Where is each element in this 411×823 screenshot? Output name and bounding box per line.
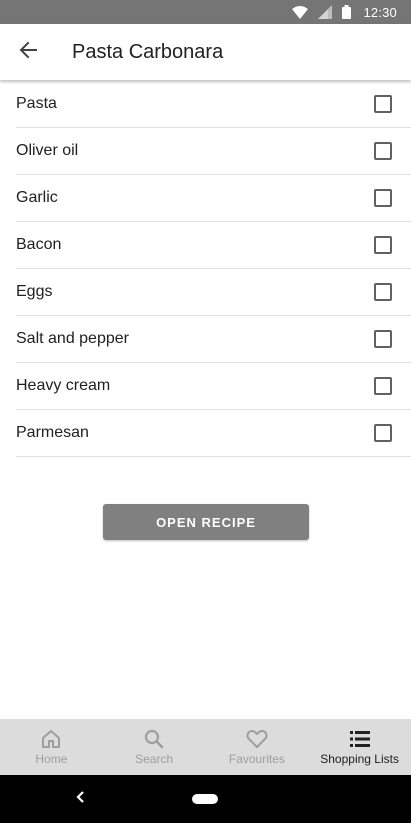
ingredient-checkbox[interactable]	[374, 283, 392, 301]
list-item: Heavy cream	[16, 363, 411, 410]
page-title: Pasta Carbonara	[72, 40, 224, 63]
ingredient-label: Bacon	[16, 236, 62, 253]
app-bar: Pasta Carbonara	[0, 24, 411, 80]
nav-label-home: Home	[35, 752, 68, 766]
bottom-navigation: Home Search Favourites Shopping Lists	[0, 719, 411, 775]
ingredient-label: Oliver oil	[16, 142, 79, 159]
system-navigation-bar	[0, 775, 411, 823]
list-item: Garlic	[16, 175, 411, 222]
search-icon	[144, 728, 164, 750]
nav-label-search: Search	[135, 752, 174, 766]
ingredient-checkbox[interactable]	[374, 95, 392, 113]
ingredient-label: Garlic	[16, 189, 58, 206]
list-item: Pasta	[16, 81, 411, 128]
home-icon	[40, 728, 62, 750]
heart-icon	[246, 728, 268, 750]
back-button[interactable]	[0, 24, 56, 80]
battery-icon	[342, 5, 352, 19]
ingredient-label: Salt and pepper	[16, 330, 129, 347]
chevron-left-icon	[75, 790, 85, 809]
status-bar: 12:30	[0, 0, 411, 24]
system-back-button[interactable]	[70, 789, 90, 809]
ingredient-checkbox[interactable]	[374, 424, 392, 442]
ingredient-checkbox[interactable]	[374, 377, 392, 395]
system-home-button[interactable]	[192, 794, 218, 804]
ingredient-list: Pasta Oliver oil Garlic Bacon Eggs Salt …	[16, 81, 411, 457]
arrow-back-icon	[19, 41, 37, 64]
nav-item-search[interactable]: Search	[103, 719, 206, 775]
ingredient-label: Heavy cream	[16, 377, 111, 394]
cellular-signal-icon	[318, 5, 333, 19]
list-item: Bacon	[16, 222, 411, 269]
nav-item-shopping-lists[interactable]: Shopping Lists	[308, 719, 411, 775]
nav-label-shopping-lists: Shopping Lists	[320, 752, 399, 766]
list-item: Salt and pepper	[16, 316, 411, 363]
wifi-icon	[292, 5, 309, 19]
list-icon	[349, 728, 370, 750]
ingredient-checkbox[interactable]	[374, 330, 392, 348]
open-recipe-button[interactable]: OPEN RECIPE	[103, 504, 309, 540]
nav-label-favourites: Favourites	[228, 752, 285, 766]
ingredient-label: Pasta	[16, 95, 57, 112]
list-item: Oliver oil	[16, 128, 411, 175]
ingredient-checkbox[interactable]	[374, 236, 392, 254]
ingredient-label: Eggs	[16, 283, 53, 300]
nav-item-home[interactable]: Home	[0, 719, 103, 775]
list-item: Parmesan	[16, 410, 411, 457]
list-item: Eggs	[16, 269, 411, 316]
nav-item-favourites[interactable]: Favourites	[206, 719, 309, 775]
status-time: 12:30	[363, 4, 397, 20]
ingredient-checkbox[interactable]	[374, 189, 392, 207]
ingredient-label: Parmesan	[16, 424, 89, 441]
ingredient-checkbox[interactable]	[374, 142, 392, 160]
